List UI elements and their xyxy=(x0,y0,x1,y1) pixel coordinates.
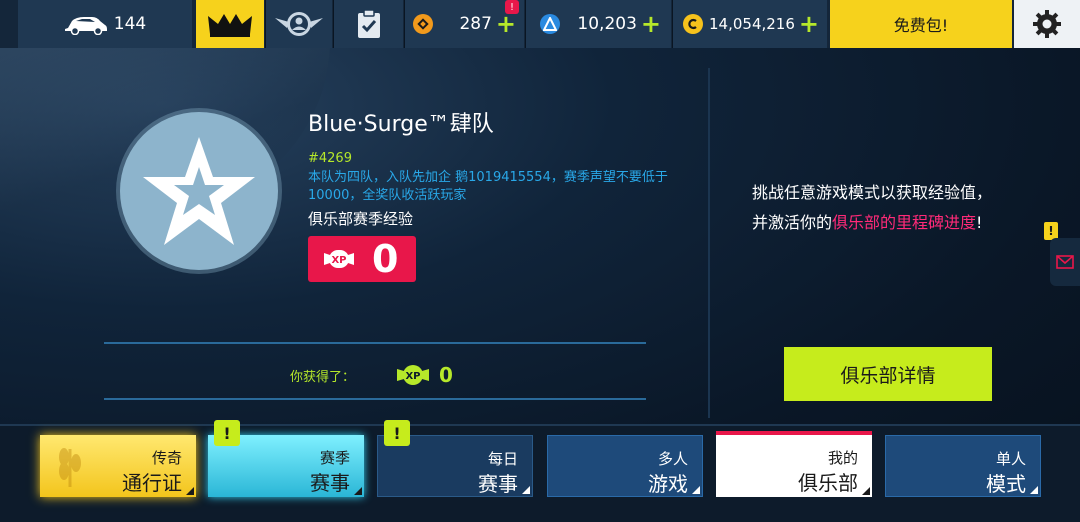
clipboard-check-icon xyxy=(356,9,382,39)
tab-single-player[interactable]: 单人 模式 xyxy=(885,435,1041,497)
settings-button[interactable] xyxy=(1014,0,1080,48)
blue-token-icon xyxy=(540,14,560,34)
club-name: Blue·Surge™肆队 xyxy=(308,112,494,137)
club-tag: #4269 xyxy=(308,151,352,166)
club-season-xp-value: 0 xyxy=(372,237,399,281)
tasks-button[interactable] xyxy=(333,0,403,48)
credits-plus-button[interactable]: + xyxy=(799,12,819,36)
tab-label-line1: 单人 xyxy=(995,450,1026,468)
xp-badge-icon: XP xyxy=(322,247,356,271)
daily-events-badge: ! xyxy=(384,420,410,446)
tab-label-line2: 赛事 xyxy=(478,472,518,496)
tab-label-line1: 每日 xyxy=(487,450,518,468)
club-season-xp-box: XP 0 xyxy=(308,236,416,282)
svg-text:XP: XP xyxy=(331,255,346,266)
season-events-badge: ! xyxy=(214,420,240,446)
garage-button[interactable]: 144 xyxy=(18,0,192,48)
corner-arrow-icon xyxy=(862,487,870,495)
club-details-button[interactable]: 俱乐部详情 xyxy=(784,347,992,401)
tab-legend-pass[interactable]: 传奇 通行证 xyxy=(40,435,196,497)
earned-xp-value: 0 xyxy=(439,363,453,387)
club-emblem xyxy=(120,112,278,270)
wheat-icon xyxy=(52,443,88,489)
crown-icon xyxy=(206,10,254,38)
orange-token-balance[interactable]: 287 + ! xyxy=(404,0,524,48)
earned-label: 你获得了： xyxy=(290,369,356,385)
tab-label-line1: 传奇 xyxy=(151,449,182,467)
club-season-xp-label: 俱乐部赛季经验 xyxy=(308,210,414,228)
corner-arrow-icon xyxy=(692,486,700,494)
mail-icon xyxy=(1056,255,1074,269)
tab-label-line1: 我的 xyxy=(827,449,858,467)
milestone-link-text: 俱乐部的里程碑进度 xyxy=(832,213,977,232)
notification-badge: ! xyxy=(505,0,519,14)
hint-line-2: 并激活你的俱乐部的里程碑进度! xyxy=(752,213,983,232)
corner-arrow-icon xyxy=(354,487,362,495)
car-icon xyxy=(64,13,108,35)
credits-coin-icon xyxy=(683,14,703,34)
corner-arrow-icon xyxy=(522,486,530,494)
tab-multiplayer[interactable]: 多人 游戏 xyxy=(547,435,703,497)
cars-count: 144 xyxy=(113,14,147,34)
blue-token-count: 10,203 xyxy=(577,14,637,34)
credits-count: 14,054,216 xyxy=(709,15,795,33)
tab-my-club[interactable]: 我的 俱乐部 xyxy=(716,431,872,497)
badge-wings-icon xyxy=(273,8,325,40)
corner-arrow-icon xyxy=(186,487,194,495)
club-milestone-hint: 挑战任意游戏模式以获取经验值， 并激活你的俱乐部的里程碑进度! xyxy=(752,178,1052,238)
legend-pass-crown-button[interactable] xyxy=(196,0,264,48)
panel-divider xyxy=(708,68,710,418)
gear-icon xyxy=(1032,9,1062,39)
hint-line-1: 挑战任意游戏模式以获取经验值， xyxy=(752,183,993,202)
tab-label-line1: 多人 xyxy=(657,450,688,468)
orange-token-plus-button[interactable]: + xyxy=(496,12,516,36)
credits-balance[interactable]: 14,054,216 + xyxy=(672,0,827,48)
orange-token-icon xyxy=(413,14,433,34)
svg-text:XP: XP xyxy=(405,371,420,382)
tab-label-line2: 游戏 xyxy=(648,472,688,496)
earned-xp-row: 你获得了： XP 0 xyxy=(290,362,453,388)
profile-badge-button[interactable] xyxy=(265,0,332,48)
tab-label-line2: 通行证 xyxy=(122,471,182,495)
divider xyxy=(104,398,646,400)
xp-badge-icon: XP xyxy=(395,362,431,388)
orange-token-count: 287 xyxy=(459,14,492,34)
tab-label-line2: 俱乐部 xyxy=(798,471,858,495)
free-pack-button[interactable]: 免费包! xyxy=(830,0,1012,48)
blue-token-balance[interactable]: 10,203 + xyxy=(525,0,671,48)
blue-token-plus-button[interactable]: + xyxy=(641,12,661,36)
corner-arrow-icon xyxy=(1030,486,1038,494)
top-bar: 144 287 + ! 10,203 + 14,054,216 + 免费包! xyxy=(0,0,1080,48)
club-description: 本队为四队，入队先加企 鹅1019415554，赛季声望不要低于10000，全奖… xyxy=(308,170,668,203)
tab-label-line1: 赛季 xyxy=(319,449,350,467)
mail-button[interactable] xyxy=(1050,238,1080,286)
tab-label-line2: 赛事 xyxy=(310,471,350,495)
star-icon xyxy=(139,133,259,249)
divider xyxy=(104,342,646,344)
tab-label-line2: 模式 xyxy=(986,472,1026,496)
